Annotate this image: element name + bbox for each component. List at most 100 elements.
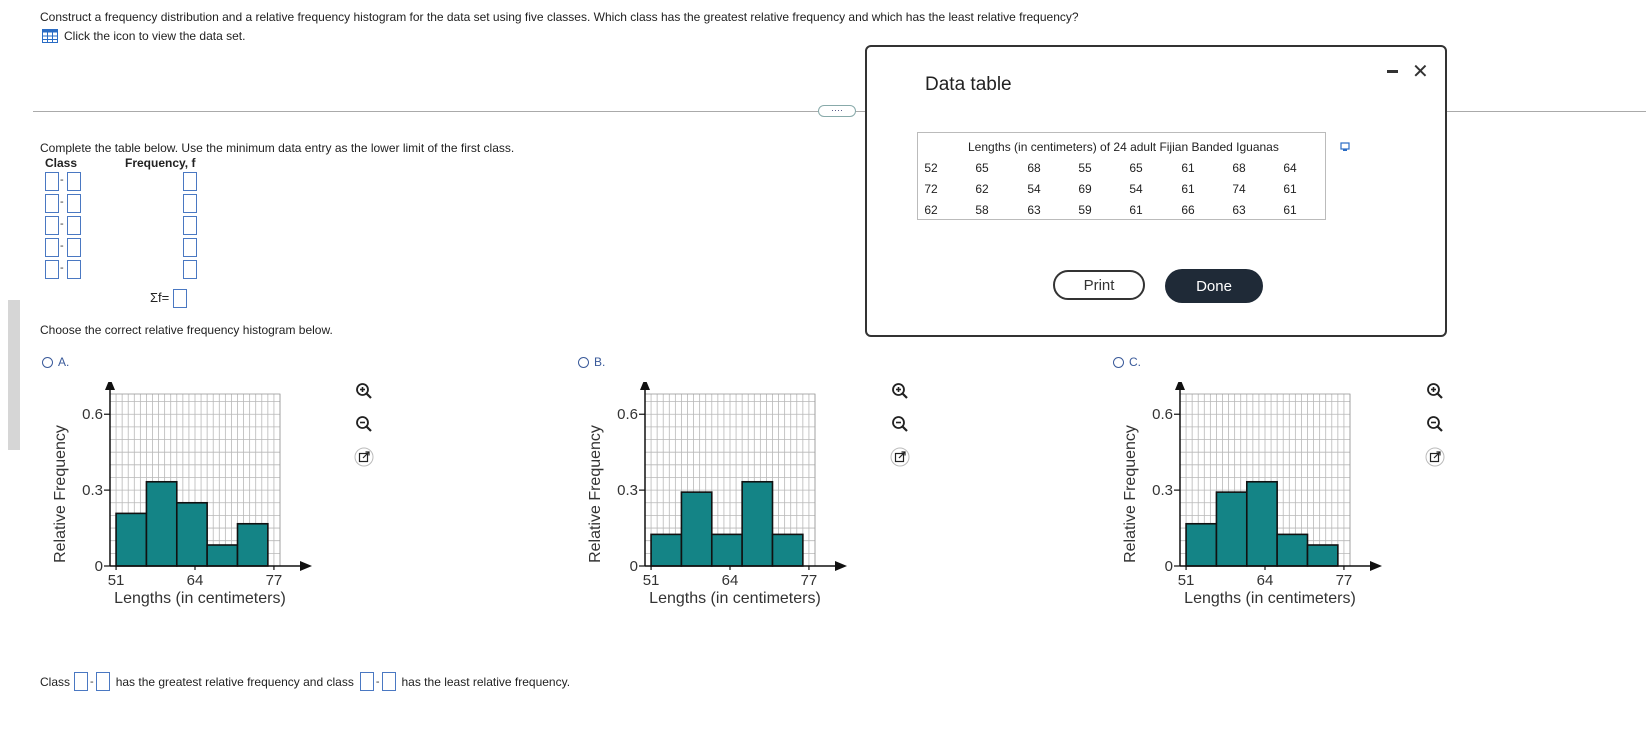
class-upper-limit-input[interactable]	[67, 194, 81, 213]
option-b-label[interactable]: B.	[594, 355, 605, 369]
zoom-in-icon[interactable]	[354, 381, 374, 401]
data-cell: 61	[1129, 203, 1143, 217]
frequency-input[interactable]	[183, 194, 197, 213]
zoom-in-icon[interactable]	[1425, 381, 1445, 401]
y-axis-arrow-icon	[105, 382, 115, 390]
answer-middle: has the greatest relative frequency and …	[115, 674, 354, 689]
table-grid-icon[interactable]	[42, 29, 58, 43]
data-cell: 65	[975, 161, 989, 175]
y-tick-label: 0.3	[82, 482, 103, 499]
open-external-icon[interactable]	[890, 447, 910, 467]
zoom-out-icon[interactable]	[354, 414, 374, 434]
data-cell: 52	[924, 161, 938, 175]
expand-more-button[interactable]: ····	[818, 105, 856, 117]
histogram-bar	[771, 533, 804, 567]
sigma-f-label: Σf=	[150, 289, 170, 305]
data-cell: 62	[975, 182, 989, 196]
y-tick-label: 0.6	[82, 406, 103, 423]
minimize-icon[interactable]	[1387, 70, 1398, 73]
option-c-radio[interactable]: C.	[1113, 355, 1141, 369]
radio-circle-icon[interactable]	[1113, 356, 1124, 368]
open-external-icon[interactable]	[1425, 447, 1445, 467]
histogram-bar	[1276, 533, 1309, 567]
table-instruction: Complete the table below. Use the minimu…	[40, 141, 515, 155]
done-button[interactable]: Done	[1165, 269, 1263, 303]
data-table: Lengths (in centimeters) of 24 adult Fij…	[917, 132, 1350, 220]
least-class-lower-input[interactable]	[359, 672, 374, 691]
least-class-upper-input[interactable]	[381, 672, 396, 691]
data-cell: 59	[1078, 203, 1092, 217]
histogram-bar	[680, 491, 713, 567]
class-upper-limit-input[interactable]	[67, 172, 81, 191]
radio-circle-icon[interactable]	[42, 356, 53, 368]
close-icon[interactable]: ✕	[1412, 59, 1429, 84]
y-tick-label: 0.6	[617, 406, 638, 423]
x-axis-arrow-icon	[835, 561, 847, 571]
option-a-label[interactable]: A.	[58, 355, 69, 369]
data-cell: 63	[1027, 203, 1041, 217]
sigma-f-row: Σf=	[150, 289, 187, 308]
histogram-option-c: 0 0.3 0.6 51 64 77Lengths (in centimeters) Rel…	[1122, 382, 1382, 607]
sigma-f-input[interactable]	[172, 289, 187, 308]
data-cell: 61	[1283, 203, 1297, 217]
data-cell: 68	[1027, 161, 1041, 175]
greatest-class-lower-input[interactable]	[74, 672, 89, 691]
data-table-caption: Lengths (in centimeters) of 24 adult Fij…	[968, 140, 1279, 154]
class-lower-limit-input[interactable]	[45, 172, 59, 191]
zoom-out-icon[interactable]	[1425, 414, 1445, 434]
y-axis-arrow-icon	[640, 382, 650, 390]
class-upper-limit-input[interactable]	[67, 216, 81, 235]
zoom-out-icon[interactable]	[890, 414, 910, 434]
frequency-input[interactable]	[183, 172, 197, 191]
x-tick-label: 77	[801, 572, 818, 589]
data-cell: 68	[1232, 161, 1246, 175]
x-tick-label: 51	[1178, 572, 1195, 589]
y-axis-label: Relative Frequency	[52, 425, 69, 563]
class-lower-limit-input[interactable]	[45, 216, 59, 235]
histogram-bar	[710, 533, 743, 567]
histogram-bar	[1185, 522, 1218, 567]
histogram-bar	[206, 544, 239, 567]
x-tick-label: 64	[722, 572, 739, 589]
x-axis-label: Lengths (in centimeters)	[114, 590, 286, 607]
frequency-input[interactable]	[183, 238, 197, 257]
data-cell: 64	[1283, 161, 1297, 175]
x-tick-label: 51	[643, 572, 660, 589]
histogram-bar	[1245, 480, 1278, 567]
class-lower-limit-input[interactable]	[45, 260, 59, 279]
histogram-bar	[175, 501, 208, 567]
x-tick-label: 51	[108, 572, 125, 589]
frequency-input[interactable]	[183, 260, 197, 279]
greatest-class-upper-input[interactable]	[95, 672, 110, 691]
option-c-label[interactable]: C.	[1129, 355, 1141, 369]
class-upper-limit-input[interactable]	[67, 238, 81, 257]
x-tick-label: 77	[266, 572, 283, 589]
dataset-link-text[interactable]: Click the icon to view the data set.	[64, 29, 245, 43]
data-table-dialog: Data table ✕ Lengths (in centimeters) of…	[865, 45, 1447, 337]
histogram-bar	[650, 533, 683, 567]
class-lower-limit-input[interactable]	[45, 238, 59, 257]
option-a-radio[interactable]: A.	[42, 355, 69, 369]
data-cell: 66	[1181, 203, 1195, 217]
radio-circle-icon[interactable]	[578, 356, 589, 368]
zoom-in-icon[interactable]	[890, 381, 910, 401]
data-cell: 58	[975, 203, 989, 217]
copy-icon[interactable]	[1340, 142, 1350, 152]
frequency-input[interactable]	[183, 216, 197, 235]
question-text: Construct a frequency distribution and a…	[40, 10, 1079, 24]
histogram-bar	[145, 480, 178, 567]
y-tick-label: 0.3	[617, 482, 638, 499]
left-scroll-indicator	[8, 300, 20, 450]
histogram-bar	[115, 512, 148, 567]
choose-histogram-label: Choose the correct relative frequency hi…	[40, 323, 333, 337]
class-lower-limit-input[interactable]	[45, 194, 59, 213]
y-tick-label: 0	[630, 558, 638, 575]
print-button[interactable]: Print	[1053, 270, 1145, 300]
class-upper-limit-input[interactable]	[67, 260, 81, 279]
answer-sentence: Class - has the greatest relative freque…	[40, 672, 570, 691]
dataset-link[interactable]: Click the icon to view the data set.	[42, 29, 245, 43]
histogram-bar	[1215, 491, 1248, 567]
data-cell: 54	[1027, 182, 1041, 196]
option-b-radio[interactable]: B.	[578, 355, 605, 369]
open-external-icon[interactable]	[354, 447, 374, 467]
